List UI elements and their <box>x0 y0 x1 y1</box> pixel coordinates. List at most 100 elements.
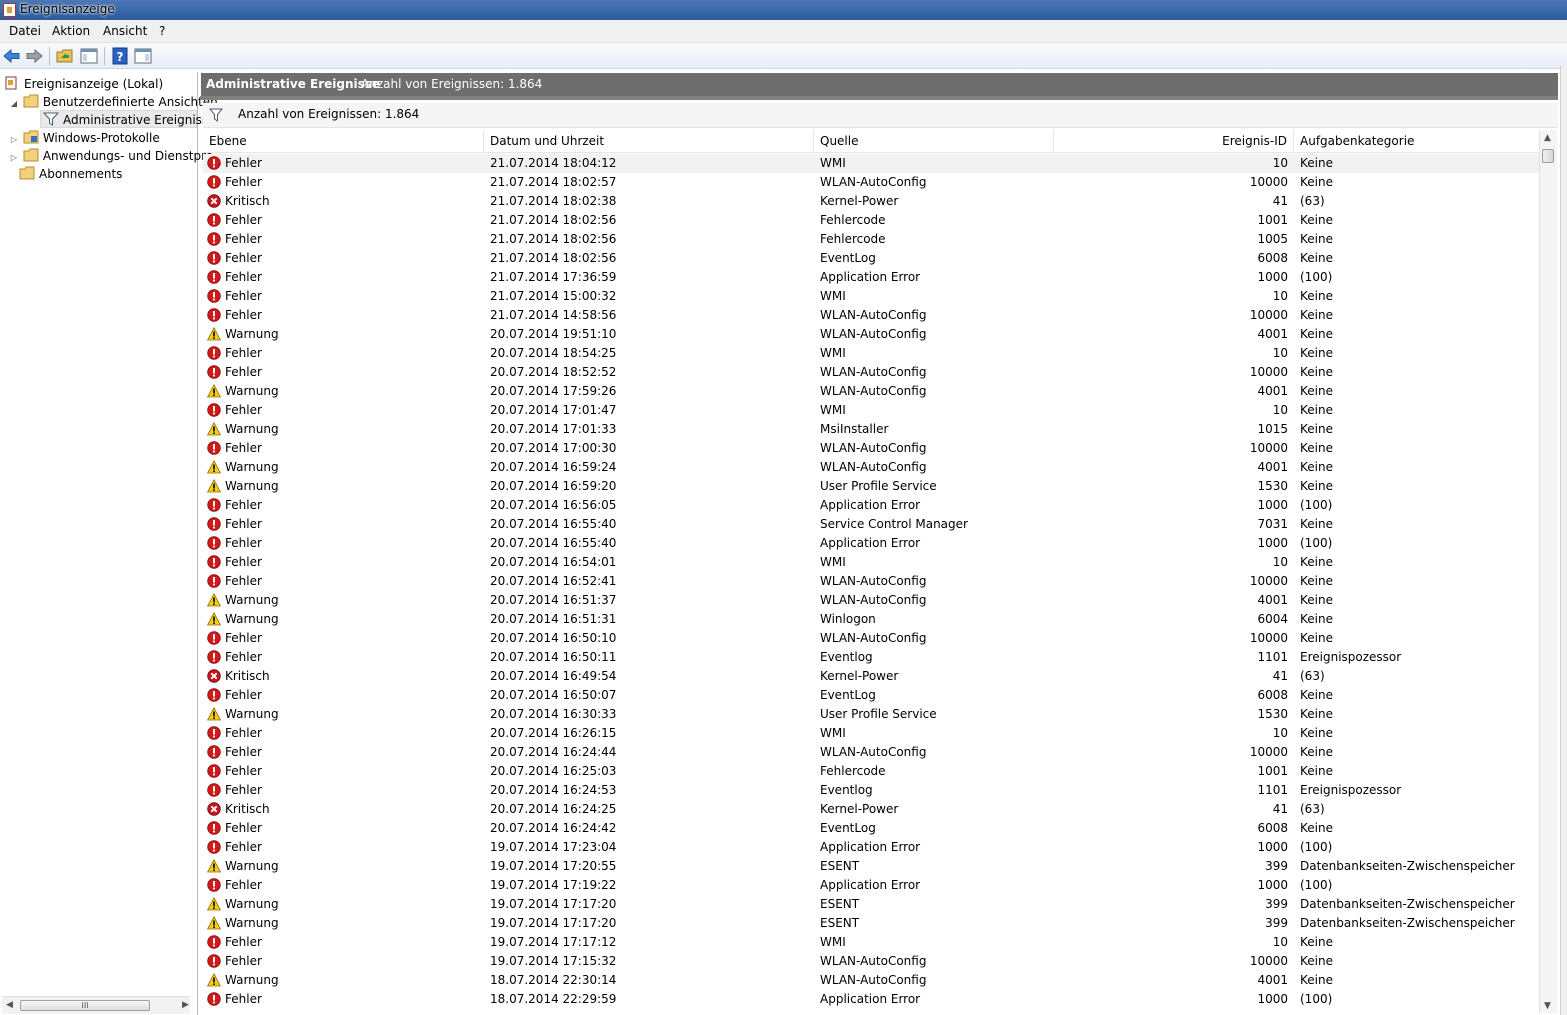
tree-subscriptions[interactable]: Abonnements <box>19 165 122 183</box>
cell-level: Fehler <box>207 173 477 192</box>
table-row[interactable]: Fehler 20.07.2014 18:54:25 WMI 10 Keine <box>203 344 1539 363</box>
table-row[interactable]: Warnung 18.07.2014 22:30:14 WLAN-AutoConfi… <box>203 971 1539 990</box>
cell-category: Keine <box>1300 422 1333 436</box>
table-row[interactable]: Fehler 20.07.2014 16:50:10 WLAN-AutoConfig… <box>203 629 1539 648</box>
console-tree-icon[interactable] <box>79 46 99 66</box>
table-row[interactable]: Warnung 20.07.2014 16:51:37 WLAN-AutoConfi… <box>203 591 1539 610</box>
collapse-arrow-icon[interactable]: ◢ <box>9 95 19 113</box>
vertical-scrollbar[interactable]: ▲ ▼ <box>1539 130 1557 1013</box>
table-row[interactable]: Fehler 20.07.2014 16:24:53 Eventlog 1101 Ere… <box>203 781 1539 800</box>
table-row[interactable]: Fehler 21.07.2014 18:02:56 Fehlercode 1005 K… <box>203 230 1539 249</box>
table-row[interactable]: Kritisch 20.07.2014 16:49:54 Kernel-Power 4… <box>203 667 1539 686</box>
help-icon[interactable]: ? <box>110 46 130 66</box>
cell-source: WMI <box>820 346 846 360</box>
cell-date: 20.07.2014 16:49:54 <box>490 669 617 683</box>
warning-icon <box>207 706 222 721</box>
cell-category: Ereignispozessor <box>1300 650 1402 664</box>
menu-help[interactable]: ? <box>159 24 165 38</box>
cell-source: Eventlog <box>820 783 873 797</box>
menu-ansicht[interactable]: Ansicht <box>103 24 147 38</box>
table-row[interactable]: Fehler 20.07.2014 16:56:05 Application Err… <box>203 496 1539 515</box>
scroll-up-icon[interactable]: ▲ <box>1544 133 1551 143</box>
table-row[interactable]: Warnung 20.07.2014 17:01:33 MsiInstaller 10… <box>203 420 1539 439</box>
table-row[interactable]: Fehler 20.07.2014 18:52:52 WLAN-AutoConfig… <box>203 363 1539 382</box>
table-row[interactable]: Warnung 19.07.2014 17:17:20 ESENT 399 Datenb… <box>203 914 1539 933</box>
table-row[interactable]: Fehler 21.07.2014 18:02:57 WLAN-AutoConfig… <box>203 173 1539 192</box>
table-row[interactable]: Fehler 21.07.2014 18:04:12 WMI 10 Keine <box>203 154 1539 173</box>
table-row[interactable]: Warnung 20.07.2014 16:59:24 WLAN-AutoConfi… <box>203 458 1539 477</box>
table-row[interactable]: Fehler 20.07.2014 16:55:40 Application Err… <box>203 534 1539 553</box>
table-row[interactable]: Fehler 20.07.2014 17:01:47 WMI 10 Keine <box>203 401 1539 420</box>
error-icon <box>207 403 221 417</box>
table-row[interactable]: Fehler 20.07.2014 16:25:03 Fehlercode 1001 K… <box>203 762 1539 781</box>
table-row[interactable]: Warnung 20.07.2014 16:30:33 User Profile S… <box>203 705 1539 724</box>
forward-arrow-icon[interactable] <box>24 46 44 66</box>
table-row[interactable]: Fehler 20.07.2014 17:00:30 WLAN-AutoConfig… <box>203 439 1539 458</box>
column-header-ereignis-id[interactable]: Ereignis-ID <box>1054 130 1294 152</box>
table-row[interactable]: Fehler 21.07.2014 14:58:56 WLAN-AutoConfig… <box>203 306 1539 325</box>
table-row[interactable]: Fehler 20.07.2014 16:50:11 Eventlog 1101 Ere… <box>203 648 1539 667</box>
table-row[interactable]: Fehler 20.07.2014 16:54:01 WMI 10 Keine <box>203 553 1539 572</box>
cell-event-id: 4001 <box>1257 593 1288 607</box>
table-row[interactable]: Fehler 21.07.2014 18:02:56 EventLog 6008 Kei… <box>203 249 1539 268</box>
table-row[interactable]: Fehler 20.07.2014 16:26:15 WMI 10 Keine <box>203 724 1539 743</box>
cell-source: Application Error <box>820 536 921 550</box>
scroll-right-icon[interactable]: ▶ <box>182 1000 189 1010</box>
table-row[interactable]: Fehler 21.07.2014 15:00:32 WMI 10 Keine <box>203 287 1539 306</box>
tree-windows-logs[interactable]: ▷ Windows-Protokolle <box>9 129 160 147</box>
cell-category: Datenbankseiten-Zwischenspeicher <box>1300 916 1515 930</box>
error-icon <box>207 821 221 835</box>
column-header-quelle[interactable]: Quelle <box>814 130 1054 152</box>
table-row[interactable]: Fehler 21.07.2014 18:02:56 Fehlercode 1001 K… <box>203 211 1539 230</box>
level-text: Warnung <box>225 422 279 436</box>
tree-custom-views[interactable]: ◢ Benutzerdefinierte Ansichten <box>9 93 218 111</box>
scrollbar-thumb[interactable]: III <box>20 1000 150 1011</box>
menu-datei[interactable]: Datei <box>9 24 41 38</box>
window-title: Ereignisanzeige <box>20 2 115 16</box>
cell-source: WLAN-AutoConfig <box>820 365 927 379</box>
tree-admin-events[interactable]: Administrative Ereignisse <box>40 110 216 128</box>
scroll-left-icon[interactable]: ◀ <box>6 1000 13 1010</box>
tree-root[interactable]: Ereignisanzeige (Lokal) <box>4 75 163 93</box>
scrollbar-thumb[interactable] <box>1542 149 1554 163</box>
table-row[interactable]: Fehler 20.07.2014 16:24:44 WLAN-AutoConfig… <box>203 743 1539 762</box>
table-row[interactable]: Fehler 19.07.2014 17:23:04 Application Err… <box>203 838 1539 857</box>
table-row[interactable]: Warnung 19.07.2014 17:20:55 ESENT 399 Datenb… <box>203 857 1539 876</box>
cell-level: Warnung <box>207 610 477 629</box>
tree-app-service-logs[interactable]: ▷ Anwendungs- und Dienstpro <box>9 147 213 165</box>
table-row[interactable]: Fehler 20.07.2014 16:24:42 EventLog 6008 Kei… <box>203 819 1539 838</box>
table-row[interactable]: Fehler 19.07.2014 17:15:32 WLAN-AutoConfig… <box>203 952 1539 971</box>
warning-icon <box>207 478 222 493</box>
scroll-down-icon[interactable]: ▼ <box>1544 1001 1551 1011</box>
table-row[interactable]: Fehler 19.07.2014 17:19:22 Application Err… <box>203 876 1539 895</box>
table-row[interactable]: Fehler 18.07.2014 22:29:59 Application Err… <box>203 990 1539 1009</box>
action-pane-icon[interactable] <box>133 46 153 66</box>
table-row[interactable]: Fehler 20.07.2014 16:52:41 WLAN-AutoConfig… <box>203 572 1539 591</box>
table-row[interactable]: Warnung 20.07.2014 16:51:31 Winlogon 6004 Ke… <box>203 610 1539 629</box>
table-row[interactable]: Warnung 20.07.2014 17:59:26 WLAN-AutoConfi… <box>203 382 1539 401</box>
table-row[interactable]: Kritisch 21.07.2014 18:02:38 Kernel-Power 4… <box>203 192 1539 211</box>
table-row[interactable]: Kritisch 20.07.2014 16:24:25 Kernel-Power 4… <box>203 800 1539 819</box>
table-row[interactable]: Warnung 20.07.2014 16:59:20 User Profile S… <box>203 477 1539 496</box>
table-row[interactable]: Warnung 20.07.2014 19:51:10 WLAN-AutoConfi… <box>203 325 1539 344</box>
cell-category: Keine <box>1300 213 1333 227</box>
cell-category: Keine <box>1300 631 1333 645</box>
tree-horizontal-scrollbar[interactable]: ◀ III ▶ <box>2 996 190 1014</box>
column-header-datum[interactable]: Datum und Uhrzeit <box>484 130 814 152</box>
cell-category: Keine <box>1300 384 1333 398</box>
table-row[interactable]: Fehler 21.07.2014 17:36:59 Application Err… <box>203 268 1539 287</box>
table-row[interactable]: Warnung 19.07.2014 17:17:20 ESENT 399 Datenb… <box>203 895 1539 914</box>
level-text: Fehler <box>225 517 262 531</box>
table-row[interactable]: Fehler 20.07.2014 16:55:40 Service Control… <box>203 515 1539 534</box>
error-icon <box>207 175 221 189</box>
open-folder-icon[interactable] <box>55 46 75 66</box>
cell-event-id: 6004 <box>1257 612 1288 626</box>
menu-aktion[interactable]: Aktion <box>52 24 90 38</box>
column-header-ebene[interactable]: Ebene <box>203 130 484 152</box>
warning-icon <box>207 611 222 626</box>
table-row[interactable]: Fehler 19.07.2014 17:17:12 WMI 10 Keine <box>203 933 1539 952</box>
column-header-aufgabenkategorie[interactable]: Aufgabenkategorie <box>1294 130 1539 152</box>
back-arrow-icon[interactable] <box>2 46 22 66</box>
expand-arrow-icon[interactable]: ▷ <box>9 149 19 167</box>
table-row[interactable]: Fehler 20.07.2014 16:50:07 EventLog 6008 Kei… <box>203 686 1539 705</box>
